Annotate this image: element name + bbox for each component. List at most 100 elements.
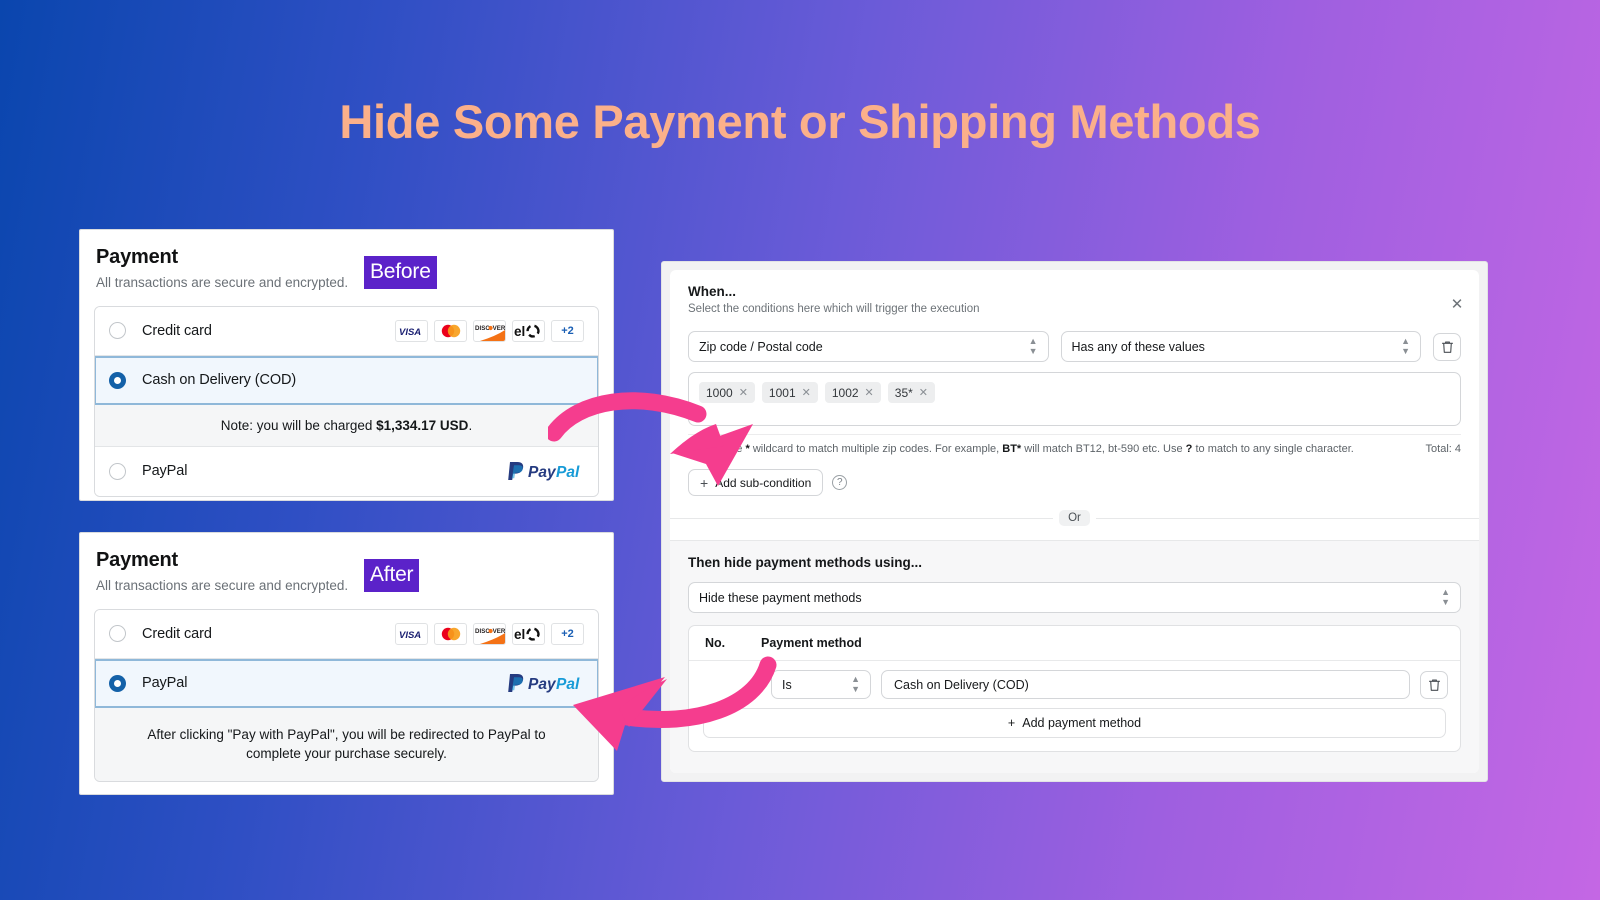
tags-total: Total: 4 — [1425, 443, 1461, 455]
radio-cod[interactable] — [109, 371, 126, 389]
tag-item[interactable]: 1001 ✕ — [761, 382, 818, 403]
tag-remove-icon[interactable]: ✕ — [739, 386, 748, 399]
add-sub-condition-button[interactable]: + Add sub-condition — [688, 469, 824, 496]
svg-text:Pay: Pay — [528, 464, 557, 481]
trash-icon — [1428, 679, 1440, 691]
payment-subtext: All transactions are secure and encrypte… — [96, 578, 349, 593]
payment-heading: Payment — [96, 246, 178, 268]
add-payment-method-label: Add payment method — [1022, 716, 1142, 730]
payment-method-paypal[interactable]: PayPal Pay Pal — [95, 658, 598, 708]
payment-methods-list-after: Credit card VISA DISC VER el +2 PayPal P… — [94, 608, 599, 783]
row-operator-value: Is — [782, 677, 792, 692]
help-icon[interactable]: ? — [832, 475, 848, 490]
condition-field-value: Zip code / Postal code — [699, 339, 823, 354]
tag-remove-icon[interactable]: ✕ — [802, 386, 811, 399]
when-subtitle: Select the conditions here which will tr… — [688, 303, 980, 315]
chevron-updown-icon: ▲ ▼ — [1441, 587, 1450, 607]
tag-item[interactable]: 35* ✕ — [887, 382, 936, 403]
svg-text:el: el — [514, 627, 525, 641]
condition-field-select[interactable]: Zip code / Postal code ▲ ▼ — [688, 331, 1049, 362]
svg-text:VISA: VISA — [399, 630, 421, 639]
payment-method-label: PayPal — [142, 463, 188, 480]
condition-operator-value: Has any of these values — [1071, 339, 1205, 354]
tag-label: 1002 — [831, 385, 859, 400]
table-row: Is ▲ ▼ Cash on Delivery (COD) — [689, 661, 1460, 708]
mastercard-icon — [434, 319, 467, 342]
plus-icon: + — [700, 474, 709, 491]
tag-item[interactable]: 1002 ✕ — [824, 382, 881, 403]
cod-note: Note: you will be charged $1,334.17 USD. — [95, 404, 598, 447]
tag-label: 1001 — [768, 385, 796, 400]
cod-note-amount: $1,334.17 USD — [376, 417, 469, 433]
svg-text:Pal: Pal — [556, 676, 580, 693]
more-cards-badge[interactable]: +2 — [551, 319, 584, 342]
radio-paypal[interactable] — [109, 462, 126, 480]
payment-method-cod[interactable]: Cash on Delivery (COD) — [95, 355, 598, 405]
delete-row-button[interactable] — [1420, 670, 1448, 699]
chevron-updown-icon: ▲ ▼ — [1401, 336, 1410, 356]
svg-text:DISC: DISC — [475, 628, 490, 635]
tag-label: 1000 — [706, 385, 733, 400]
condition-operator-select[interactable]: Has any of these values ▲ ▼ — [1060, 331, 1421, 362]
radio-credit-card[interactable] — [109, 625, 126, 643]
card-brand-icons: VISA DISC VER el +2 — [395, 319, 584, 342]
page-title: Hide Some Payment or Shipping Methods — [339, 95, 1261, 148]
divider-line — [670, 517, 1054, 519]
radio-paypal[interactable] — [109, 674, 126, 692]
svg-text:VISA: VISA — [399, 327, 421, 336]
tag-remove-icon[interactable]: ✕ — [919, 386, 928, 399]
paypal-note: After clicking "Pay with PayPal", you wi… — [95, 707, 598, 782]
svg-text:Pal: Pal — [556, 464, 580, 481]
checkout-card-before: Payment All transactions are secure and … — [79, 229, 614, 501]
payment-method-label: PayPal — [142, 675, 188, 692]
close-icon[interactable]: ✕ — [1449, 296, 1465, 312]
row-value-input[interactable]: Cash on Delivery (COD) — [881, 670, 1410, 699]
hint-p1: Please use — [688, 443, 746, 455]
paypal-logo: Pay Pal — [506, 672, 584, 694]
hide-action-select[interactable]: Hide these payment methods ▲ ▼ — [688, 582, 1461, 613]
or-divider: Or — [670, 510, 1479, 526]
card-header-after: Payment All transactions are secure and … — [80, 533, 613, 596]
when-title: When... — [688, 284, 736, 299]
svg-text:Pay: Pay — [528, 676, 557, 693]
discover-icon: DISC VER — [473, 622, 506, 645]
add-sub-condition-label: Add sub-condition — [715, 475, 812, 490]
row-operator-select[interactable]: Is ▲ ▼ — [771, 670, 871, 699]
tag-remove-icon[interactable]: ✕ — [865, 386, 874, 399]
plus-icon: + — [1007, 716, 1016, 730]
then-title: Then hide payment methods using... — [688, 555, 923, 570]
add-payment-method-button[interactable]: + Add payment method — [703, 708, 1446, 738]
after-badge: After — [364, 559, 420, 592]
card-brand-icons: VISA DISC VER el +2 — [395, 622, 584, 645]
wildcard-hint-row: Please use * wildcard to match multiple … — [688, 434, 1461, 455]
delete-condition-button[interactable] — [1433, 332, 1461, 361]
radio-credit-card[interactable] — [109, 322, 126, 340]
rule-builder-panel: When... Select the conditions here which… — [661, 261, 1488, 782]
tag-item[interactable]: 1000 ✕ — [699, 382, 755, 403]
svg-text:VER: VER — [493, 628, 505, 635]
wildcard-hint: Please use * wildcard to match multiple … — [688, 443, 1354, 455]
trash-icon — [1441, 341, 1453, 353]
payment-methods-list-before: Credit card VISA DISC VER el +2 Cash on … — [94, 305, 599, 497]
zip-code-tags-input[interactable]: 1000 ✕ 1001 ✕ 1002 ✕ 35* ✕ — [688, 372, 1461, 426]
svg-text:el: el — [514, 324, 525, 338]
payment-method-credit-card[interactable]: Credit card VISA DISC VER el +2 — [95, 609, 598, 659]
svg-text:VER: VER — [493, 325, 505, 332]
visa-icon: VISA — [395, 319, 428, 342]
tag-label: 35* — [894, 385, 913, 400]
payment-method-credit-card[interactable]: Credit card VISA DISC VER el +2 — [95, 306, 598, 356]
divider-line — [1095, 517, 1479, 519]
hint-p4: to match to any single character. — [1192, 443, 1354, 455]
or-label: Or — [1059, 510, 1090, 526]
before-badge: Before — [364, 256, 437, 289]
hint-p3: will match BT12, bt-590 etc. Use — [1021, 443, 1186, 455]
row-value-text: Cash on Delivery (COD) — [894, 677, 1029, 692]
more-cards-badge[interactable]: +2 — [551, 622, 584, 645]
payment-heading: Payment — [96, 549, 178, 571]
table-header: No. Payment method — [689, 626, 1460, 661]
payment-subtext: All transactions are secure and encrypte… — [96, 275, 349, 290]
cod-note-prefix: Note: you will be charged — [220, 417, 377, 433]
payment-method-paypal[interactable]: PayPal Pay Pal — [95, 446, 598, 496]
then-section: Then hide payment methods using... Hide … — [670, 540, 1479, 773]
mastercard-icon — [434, 622, 467, 645]
